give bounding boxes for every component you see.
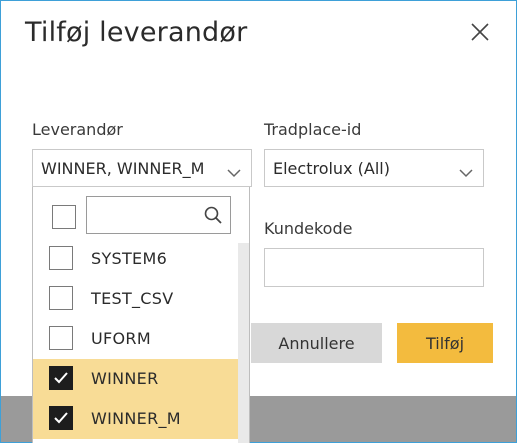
checkbox[interactable]	[49, 286, 73, 310]
dropdown-item-uform[interactable]: UFORM	[33, 319, 238, 359]
supplier-select[interactable]: WINNER, WINNER_M	[32, 149, 252, 187]
tradplace-select-value: Electrolux (All)	[273, 159, 390, 178]
add-button[interactable]: Tilføj	[397, 323, 493, 363]
dropdown-item-label: TEST_CSV	[91, 289, 174, 308]
chevron-down-icon	[459, 163, 473, 178]
dropdown-item-winner[interactable]: WINNER	[33, 359, 238, 399]
chevron-down-icon	[227, 163, 241, 178]
dropdown-item-label: UFORM	[91, 329, 151, 348]
close-icon[interactable]	[469, 21, 491, 43]
tradplace-select[interactable]: Electrolux (All)	[264, 149, 484, 187]
customer-code-input[interactable]	[264, 248, 484, 287]
dropdown-item-label: WINNER_M	[91, 409, 181, 428]
dropdown-item-system6[interactable]: SYSTEM6	[33, 239, 238, 279]
dropdown-item-label: SYSTEM6	[91, 249, 168, 268]
search-icon	[204, 206, 222, 228]
checkbox[interactable]	[49, 326, 73, 350]
checkbox[interactable]	[49, 246, 73, 270]
checkbox-checked[interactable]	[49, 366, 73, 390]
tradplace-label: Tradplace-id	[264, 120, 362, 139]
dropdown-search-input[interactable]	[86, 196, 231, 234]
dropdown-item-winner-m[interactable]: WINNER_M	[33, 399, 238, 439]
dropdown-item-test-csv[interactable]: TEST_CSV	[33, 279, 238, 319]
dialog-title: Tilføj leverandør	[25, 17, 248, 48]
supplier-label: Leverandør	[32, 120, 123, 139]
customer-code-label: Kundekode	[264, 219, 353, 238]
cancel-button[interactable]: Annullere	[251, 323, 382, 363]
dropdown-scrollbar[interactable]	[238, 243, 249, 443]
select-all-checkbox[interactable]	[52, 205, 76, 229]
checkbox-checked[interactable]	[49, 406, 73, 430]
dropdown-search-row	[33, 187, 249, 243]
supplier-select-value: WINNER, WINNER_M	[41, 159, 205, 178]
supplier-dropdown-panel: SYSTEM6 TEST_CSV UFORM WINNER WINNER_M	[32, 187, 250, 443]
dropdown-item-label: WINNER	[91, 369, 159, 388]
